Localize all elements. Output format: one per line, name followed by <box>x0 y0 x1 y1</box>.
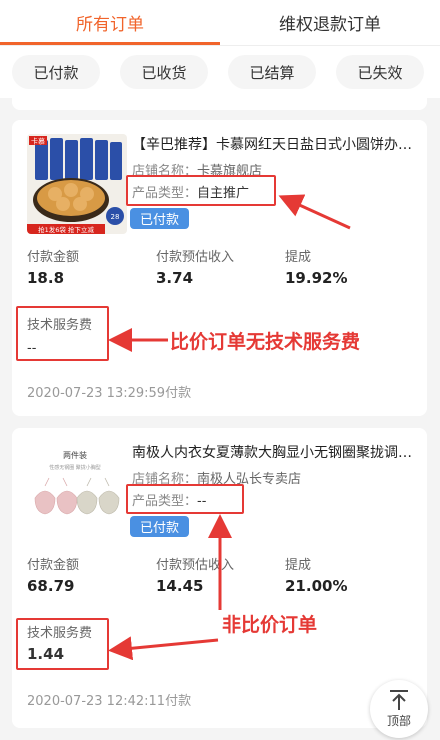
service-fee-highlight <box>16 306 109 361</box>
commission-rate-value: 21.00% <box>285 577 348 595</box>
biscuit-product-image: 卡慕 28 抢1发6袋 抢下立减 <box>27 134 127 234</box>
filter-received[interactable]: 已收货 <box>120 55 208 89</box>
bra-product-image: 两件装 性感无钢圈 聚拢小胸型 <box>27 442 127 542</box>
commission-rate-label: 提成 <box>285 250 312 265</box>
paid-amount: 付款金额 68.79 <box>27 554 79 595</box>
status-filter-bar: 已付款 已收货 已结算 已失效 <box>0 46 440 98</box>
estimated-income-label: 付款预估收入 <box>156 558 235 573</box>
back-to-top-button[interactable]: 顶部 <box>370 680 428 738</box>
previous-order-card <box>12 98 427 110</box>
thumb-subcaption: 性感无钢圈 聚拢小胸型 <box>49 464 101 471</box>
filter-paid[interactable]: 已付款 <box>12 55 100 89</box>
commission-rate-label: 提成 <box>285 558 312 573</box>
product-title[interactable]: 【辛巴推荐】卡慕网红天日盐日式小圆饼办… <box>132 134 417 154</box>
estimated-income: 付款预估收入 14.45 <box>156 554 234 595</box>
product-title[interactable]: 南极人内衣女夏薄款大胸显小无钢圈聚拢调… <box>132 442 417 462</box>
paid-amount-label: 付款金额 <box>27 250 80 265</box>
annotation-non-compare-order: 非比价订单 <box>222 614 318 636</box>
status-badge: 已付款 <box>130 516 190 537</box>
product-type-highlight <box>126 484 244 514</box>
back-to-top-label: 顶部 <box>386 714 411 728</box>
estimated-income-value: 3.74 <box>156 269 194 287</box>
status-badge: 已付款 <box>130 208 190 229</box>
paid-amount: 付款金额 18.8 <box>27 246 79 287</box>
commission-rate: 提成 21.00% <box>285 554 347 595</box>
commission-rate: 提成 19.92% <box>285 246 347 287</box>
commission-rate-value: 19.92% <box>285 269 348 287</box>
estimated-income-value: 14.45 <box>156 577 204 595</box>
paid-amount-label: 付款金额 <box>27 558 80 573</box>
filter-invalid[interactable]: 已失效 <box>336 55 424 89</box>
paid-amount-value: 68.79 <box>27 577 75 595</box>
product-type-highlight <box>126 175 276 206</box>
arrow-up-icon <box>390 690 408 710</box>
estimated-income-label: 付款预估收入 <box>156 250 235 265</box>
tab-all-orders[interactable]: 所有订单 <box>0 0 220 45</box>
order-card[interactable]: 两件装 性感无钢圈 聚拢小胸型 南极人内衣女夏薄款大胸显小无钢圈聚拢调… 店铺名… <box>12 428 427 728</box>
price-tag: 28 <box>111 213 120 221</box>
brand-mark: 卡慕 <box>31 137 45 146</box>
order-tabs: 所有订单 维权退款订单 <box>0 0 440 46</box>
promo-strip: 抢1发6袋 抢下立减 <box>38 225 94 234</box>
payment-time: 2020-07-23 13:29:59付款 <box>27 386 192 401</box>
tab-refund-orders[interactable]: 维权退款订单 <box>220 0 440 45</box>
annotation-no-service-fee: 比价订单无技术服务费 <box>170 331 361 353</box>
order-card[interactable]: 卡慕 28 抢1发6袋 抢下立减 【辛巴推荐】卡慕网红天日盐日式小圆饼办… 店铺… <box>12 120 427 416</box>
paid-amount-value: 18.8 <box>27 269 65 287</box>
thumb-caption: 两件装 <box>63 450 87 460</box>
estimated-income: 付款预估收入 3.74 <box>156 246 234 287</box>
payment-time: 2020-07-23 12:42:11付款 <box>27 694 192 709</box>
filter-settled[interactable]: 已结算 <box>228 55 316 89</box>
product-thumbnail[interactable]: 卡慕 28 抢1发6袋 抢下立减 <box>27 134 127 234</box>
product-thumbnail[interactable]: 两件装 性感无钢圈 聚拢小胸型 <box>27 442 127 542</box>
service-fee-highlight <box>16 618 109 670</box>
